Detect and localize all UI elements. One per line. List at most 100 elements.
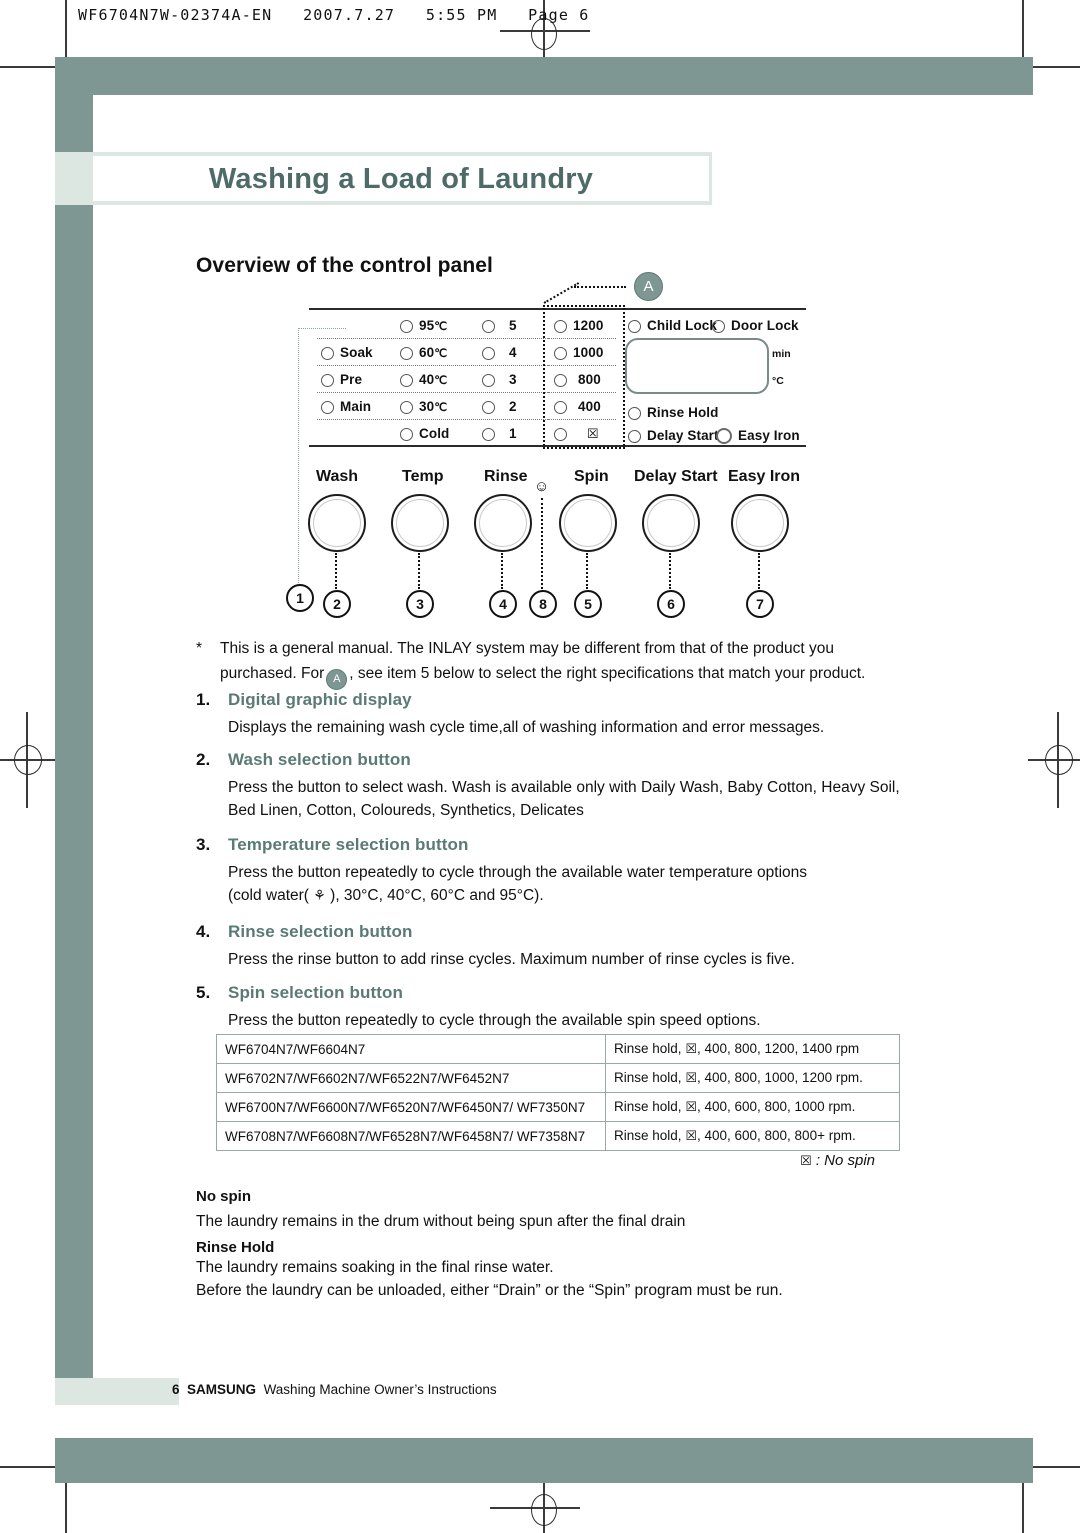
table-cell-models: WF6700N7/WF6600N7/WF6520N7/WF6450N7/ WF7… [216,1092,606,1122]
radio-icon [321,346,334,360]
section-1-heading: Digital graphic display [228,690,412,709]
panel-spin-1200[interactable]: 1200 [554,318,603,333]
panel-temp-cold[interactable]: Cold [400,426,449,441]
footer-page-number: 6 [172,1382,180,1397]
radio-icon [400,373,413,387]
panel-temp-95[interactable]: 95℃ [400,318,447,333]
radio-icon [554,319,567,333]
leader-5 [586,553,588,589]
panel-rinse-1[interactable]: 1 [482,426,517,441]
footer-brand: SAMSUNG [187,1382,257,1397]
panel-rinse-hold[interactable]: Rinse Hold [628,405,719,420]
wash-selection-button[interactable] [308,494,366,552]
rinse-selection-button[interactable] [474,494,532,552]
speeds-after: , 400, 600, 800, 1000 rpm. [696,1099,856,1114]
panel-spin-800[interactable]: 800 [554,372,601,387]
panel-temp-30[interactable]: 30℃ [400,399,447,414]
panel-wash-soak[interactable]: Soak [321,345,373,360]
table-row: WF6708N7/WF6608N7/WF6528N7/WF6458N7/ WF7… [216,1121,900,1151]
section-5: 5. Spin selection button Press the butto… [196,983,996,1032]
panel-spin-no-spin[interactable]: ☒ [554,426,599,442]
no-spin-legend: ☒ : No spin [800,1152,875,1169]
control-panel-diagram: A Soak Pre Main 95℃ 60℃ 40℃ 30℃ Cold 5 4… [276,272,806,622]
table-row: WF6700N7/WF6600N7/WF6520N7/WF6450N7/ WF7… [216,1092,900,1122]
radio-icon [482,319,495,333]
callout-5: 5 [574,590,602,618]
section-4-body: Press the rinse button to add rinse cycl… [228,951,795,968]
knob-label-delay-start: Delay Start [634,468,718,485]
section-4: 4. Rinse selection button Press the rins… [196,922,996,971]
panel-wash-pre[interactable]: Pre [321,372,362,387]
panel-delay-start[interactable]: Delay Start [628,428,719,443]
section-4-number: 4. [196,922,211,941]
display-unit-min: min [772,348,791,360]
easy-iron-button[interactable] [731,494,789,552]
section-5-heading: Spin selection button [228,983,403,1002]
panel-rinse-2[interactable]: 2 [482,399,517,414]
callout-badge-a: A [634,272,663,301]
radio-icon [400,427,413,441]
leader-7 [758,553,760,589]
panel-temp-40[interactable]: 40℃ [400,372,447,387]
table-cell-speeds: Rinse hold, ☒, 400, 600, 800, 1000 rpm. [605,1092,900,1122]
leader-1-v [298,328,299,583]
section-2-body: Press the button to select wash. Wash is… [228,779,900,819]
radio-icon [321,373,334,387]
callout-7: 7 [746,590,774,618]
callout-2: 2 [323,590,351,618]
note-line-2-before: purchased. For [220,665,325,682]
table-cell-speeds: Rinse hold, ☒, 400, 600, 800, 800+ rpm. [605,1121,900,1151]
inline-badge-a: A [326,669,348,690]
section-4-heading: Rinse selection button [228,922,413,941]
radio-icon [482,373,495,387]
temp-unit: ℃ [434,348,448,360]
panel-child-lock[interactable]: Child Lock [628,318,717,333]
digital-graphic-display[interactable] [625,338,769,394]
spin-selection-button[interactable] [559,494,617,552]
temperature-selection-button[interactable] [391,494,449,552]
leader-2 [335,553,337,589]
speeds-before: Rinse hold, [614,1128,682,1143]
panel-spin-400[interactable]: 400 [554,399,601,414]
panel-temp-60[interactable]: 60℃ [400,345,447,360]
note-line-2-after: , see item 5 below to select the right s… [349,665,866,682]
cold-water-icon: ⚘ [313,888,326,904]
no-spin-icon: ☒ [685,1100,697,1115]
temp-unit: ℃ [434,321,448,333]
speeds-before: Rinse hold, [614,1070,682,1085]
panel-door-lock[interactable]: Door Lock [712,318,799,333]
radio-icon [628,429,641,443]
temp-unit: ℃ [434,402,448,414]
footer-text: Washing Machine Owner’s Instructions [263,1382,497,1397]
radio-icon [628,319,641,333]
panel-rinse-3[interactable]: 3 [482,372,517,387]
spin-sep-2 [548,365,616,366]
panel-sep-3 [317,392,558,393]
leader-4 [501,553,503,589]
section-3-body-line-2: (cold water( ⚘ ), 30°C, 40°C, 60°C and 9… [228,884,996,908]
no-spin-icon: ☒ [685,1042,697,1057]
radio-icon [321,400,334,414]
speeds-before: Rinse hold, [614,1099,682,1114]
section-1-number: 1. [196,690,211,709]
radio-icon [712,319,725,333]
temp-unit: ℃ [434,375,448,387]
radio-icon [628,406,641,420]
radio-icon [482,346,495,360]
leader-8 [541,498,543,589]
panel-rinse-4[interactable]: 4 [482,345,517,360]
radio-icon [554,427,567,441]
panel-wash-main[interactable]: Main [321,399,371,414]
delay-start-button[interactable] [642,494,700,552]
leader-3 [418,553,420,589]
radio-icon [400,346,413,360]
radio-icon [482,400,495,414]
panel-spin-1000[interactable]: 1000 [554,345,603,360]
section-1: 1. Digital graphic display Displays the … [196,690,996,739]
panel-rinse-5[interactable]: 5 [482,318,517,333]
radio-icon [554,373,567,387]
no-spin-icon: ☒ [800,1154,812,1169]
panel-easy-iron[interactable]: Easy Iron [716,428,800,445]
badge-a-leader-diag [543,282,580,304]
table-row: WF6704N7/WF6604N7 Rinse hold, ☒, 400, 80… [216,1034,900,1064]
